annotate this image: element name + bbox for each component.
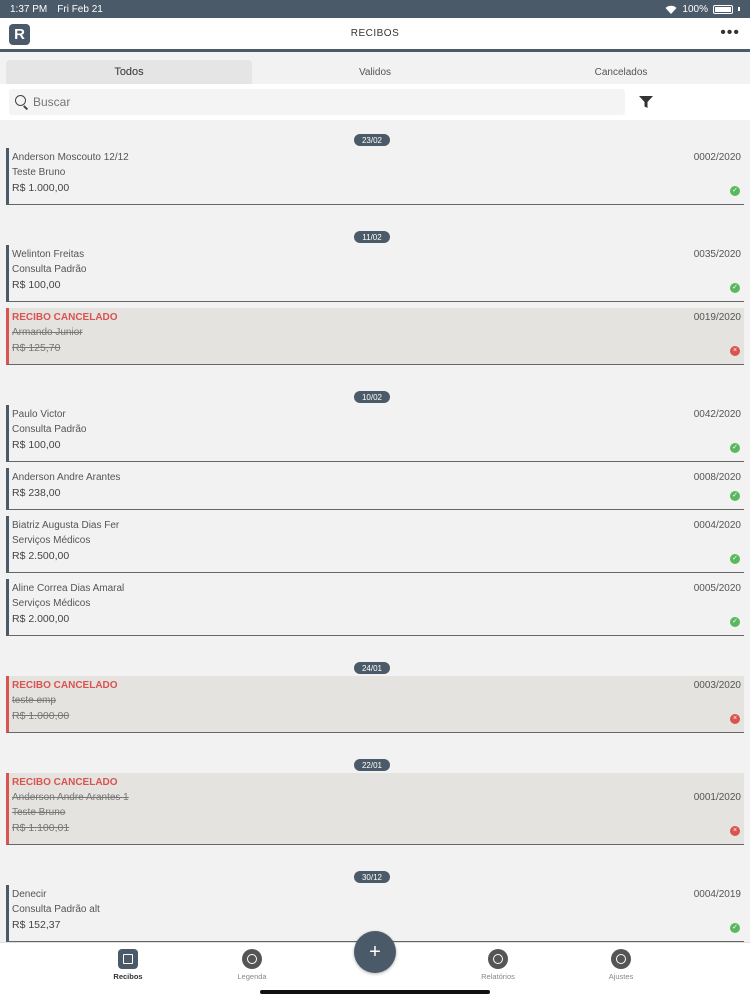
- receipt-client: Denecir: [12, 889, 47, 900]
- receipt-description: Serviços Médicos: [12, 535, 91, 546]
- date-separator: 22/01: [354, 759, 390, 771]
- receipt-card[interactable]: RECIBO CANCELADO teste emp R$ 1.000,00 0003…: [6, 676, 744, 733]
- receipt-client: Anderson Andre Arantes 1: [12, 792, 129, 803]
- cancelled-status-icon: ×: [730, 714, 740, 724]
- valid-status-icon: ✓: [730, 283, 740, 293]
- receipt-description: Serviços Médicos: [12, 598, 91, 609]
- valid-status-icon: ✓: [730, 443, 740, 453]
- app-logo: R: [9, 24, 30, 45]
- receipt-card[interactable]: Anderson Moscouto 12/12 Teste Bruno R$ 1.0…: [6, 148, 744, 205]
- home-indicator: [260, 990, 490, 994]
- receipt-description: Consulta Padrão: [12, 264, 87, 275]
- more-options-button[interactable]: •••: [720, 25, 740, 41]
- receipt-number: 0042/2020: [693, 409, 741, 420]
- receipt-description: Teste Bruno: [12, 807, 66, 818]
- receipt-client: Paulo Victor: [12, 409, 66, 420]
- tab-bar-ajustes[interactable]: Ajustes: [591, 949, 651, 981]
- receipt-card[interactable]: Aline Correa Dias Amaral Serviços Médicos…: [6, 579, 744, 636]
- receipt-number: 0003/2020: [693, 680, 741, 691]
- add-receipt-button[interactable]: +: [354, 931, 396, 973]
- receipt-card[interactable]: Biatriz Augusta Dias Fer Serviços Médicos…: [6, 516, 744, 573]
- cancel-label: RECIBO CANCELADO: [12, 312, 118, 323]
- receipt-client: Anderson Moscouto 12/12: [12, 152, 129, 163]
- status-bar: 1:37 PM Fri Feb 21 100%: [0, 0, 750, 18]
- date-separator: 30/12: [354, 871, 390, 883]
- wifi-icon: [665, 5, 677, 14]
- segment-tabs: Todos Validos Cancelados: [6, 60, 744, 84]
- receipt-number: 0008/2020: [693, 472, 741, 483]
- receipt-client: Aline Correa Dias Amaral: [12, 583, 125, 594]
- receipt-card[interactable]: RECIBO CANCELADO Anderson Andre Arantes 1…: [6, 773, 744, 845]
- cancel-label: RECIBO CANCELADO: [12, 777, 118, 788]
- tab-validos[interactable]: Validos: [252, 60, 498, 84]
- receipt-client: Armando Junior: [12, 327, 83, 338]
- tab-bar-relatórios[interactable]: Relatórios: [468, 949, 528, 981]
- tab-bar-label: Legenda: [237, 972, 267, 981]
- battery-percent: 100%: [682, 3, 708, 15]
- tab-bar-label: Recibos: [113, 972, 143, 981]
- receipt-client: Biatriz Augusta Dias Fer: [12, 520, 120, 531]
- receipt-amount: R$ 2.000,00: [12, 613, 70, 625]
- receipt-amount: R$ 2.500,00: [12, 550, 70, 562]
- tab-bar-label: Ajustes: [608, 972, 634, 981]
- tab-bar-label: Relatórios: [481, 972, 515, 981]
- search-box[interactable]: [9, 89, 625, 115]
- receipt-amount: R$ 100,00: [12, 279, 61, 291]
- receipt-number: 0004/2019: [693, 889, 741, 900]
- search-icon: [15, 95, 29, 109]
- receipt-amount: R$ 1.000,00: [12, 182, 70, 194]
- status-date: Fri Feb 21: [57, 3, 103, 15]
- receipt-description: Consulta Padrão: [12, 424, 87, 435]
- valid-status-icon: ✓: [730, 554, 740, 564]
- tag-icon: [242, 949, 262, 969]
- battery-icon: [713, 4, 733, 14]
- tab-bar-recibos[interactable]: Recibos: [98, 949, 158, 981]
- valid-status-icon: ✓: [730, 617, 740, 627]
- receipts-list: 23/02 Anderson Moscouto 12/12 Teste Bruno R…: [0, 120, 750, 942]
- gear-icon: [611, 949, 631, 969]
- receipt-amount: R$ 125,70: [12, 342, 61, 354]
- valid-status-icon: ✓: [730, 923, 740, 933]
- receipt-card[interactable]: Welinton Freitas Consulta Padrão R$ 100,00…: [6, 245, 744, 302]
- search-input[interactable]: [33, 95, 533, 109]
- receipt-amount: R$ 152,37: [12, 919, 61, 931]
- receipt-number: 0002/2020: [693, 152, 741, 163]
- valid-status-icon: ✓: [730, 186, 740, 196]
- receipt-amount: R$ 100,00: [12, 439, 61, 451]
- pie-chart-icon: [488, 949, 508, 969]
- cancel-label: RECIBO CANCELADO: [12, 680, 118, 691]
- receipt-client: Welinton Freitas: [12, 249, 85, 260]
- receipt-icon: [118, 949, 138, 969]
- tab-cancelados[interactable]: Cancelados: [498, 60, 744, 84]
- tab-bar-legenda[interactable]: Legenda: [222, 949, 282, 981]
- receipt-client: Anderson Andre Arantes: [12, 472, 121, 483]
- receipt-amount: R$ 238,00: [12, 487, 61, 499]
- date-separator: 23/02: [354, 134, 390, 146]
- search-row: [0, 84, 750, 120]
- cancelled-status-icon: ×: [730, 826, 740, 836]
- receipt-number: 0001/2020: [693, 792, 741, 803]
- receipt-number: 0005/2020: [693, 583, 741, 594]
- date-separator: 24/01: [354, 662, 390, 674]
- date-separator: 10/02: [354, 391, 390, 403]
- valid-status-icon: ✓: [730, 491, 740, 501]
- status-time: 1:37 PM: [10, 3, 48, 15]
- receipt-card[interactable]: Paulo Victor Consulta Padrão R$ 100,00 0042…: [6, 405, 744, 462]
- cancelled-status-icon: ×: [730, 346, 740, 356]
- receipt-number: 0004/2020: [693, 520, 741, 531]
- receipt-amount: R$ 1.000,00: [12, 710, 70, 722]
- tab-todos[interactable]: Todos: [6, 60, 252, 84]
- receipt-number: 0035/2020: [693, 249, 741, 260]
- date-separator: 11/02: [354, 231, 390, 243]
- receipt-number: 0019/2020: [693, 312, 741, 323]
- nav-bar: R RECIBOS •••: [0, 18, 750, 52]
- receipt-amount: R$ 1.100,01: [12, 822, 70, 834]
- receipt-client: teste emp: [12, 695, 56, 706]
- page-title: RECIBOS: [350, 28, 400, 39]
- receipt-description: Teste Bruno: [12, 167, 66, 178]
- receipt-description: Consulta Padrão alt: [12, 904, 100, 915]
- filter-icon[interactable]: [639, 95, 653, 109]
- receipt-card[interactable]: RECIBO CANCELADO Armando Junior R$ 125,70 0…: [6, 308, 744, 365]
- receipt-card[interactable]: Anderson Andre Arantes R$ 238,00 0008/2020…: [6, 468, 744, 510]
